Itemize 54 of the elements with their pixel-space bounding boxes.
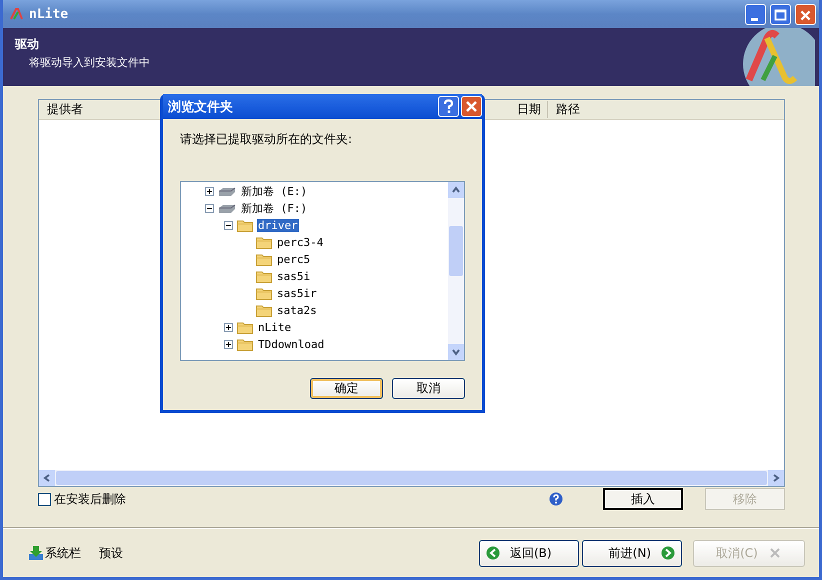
tree-item[interactable]: nLite (257, 321, 292, 334)
cross-icon (768, 546, 782, 560)
maximize-button[interactable] (770, 4, 791, 24)
tree-item[interactable]: perc3-4 (276, 236, 324, 249)
drive-icon (218, 186, 236, 196)
tree-item[interactable]: sas5ir (276, 287, 318, 300)
checkbox[interactable] (38, 492, 51, 506)
download-tray-icon (28, 545, 44, 561)
drive-icon (218, 204, 236, 214)
checkbox-label: 在安装后删除 (54, 490, 126, 508)
folder-icon (256, 270, 272, 283)
horizontal-scrollbar[interactable] (39, 470, 784, 486)
folder-icon (256, 253, 272, 266)
tree-item[interactable]: sata2s (276, 304, 318, 317)
folder-icon (256, 287, 272, 300)
minimize-button[interactable] (745, 4, 766, 24)
expander-icon[interactable] (224, 221, 233, 230)
action-button[interactable]: 插入 (603, 488, 683, 510)
vertical-scrollbar[interactable] (448, 182, 464, 360)
expander-icon[interactable] (224, 340, 233, 349)
nav-button[interactable]: 返回(B) (479, 540, 579, 566)
nav-button[interactable]: 前进(N) (582, 540, 682, 566)
minimize-icon (751, 18, 758, 20)
dialog-button[interactable]: 确定 (310, 378, 383, 399)
window-title: nLite (29, 6, 68, 22)
close-button[interactable] (461, 96, 482, 117)
tree-item[interactable]: TDdownload (257, 338, 326, 351)
dialog-prompt: 请选择已提取驱动所在的文件夹: (180, 131, 354, 148)
column-header[interactable]: 日期 (509, 101, 548, 118)
tree-item[interactable]: 新加卷 (F:) (240, 201, 308, 216)
tree-item[interactable]: sas5i (276, 270, 312, 283)
folder-icon (256, 236, 272, 249)
tree-item[interactable]: driver (257, 219, 299, 232)
close-button[interactable] (795, 4, 816, 24)
expander-icon[interactable] (224, 323, 233, 332)
dialog-title: 浏览文件夹 (168, 98, 233, 116)
help-icon[interactable] (549, 492, 563, 506)
footer-link[interactable]: 系统栏 (28, 544, 81, 562)
app-icon (9, 7, 25, 21)
page-subtitle: 将驱动导入到安装文件中 (28, 55, 150, 70)
folder-icon (237, 338, 253, 351)
folder-icon (237, 219, 253, 232)
tree-item[interactable]: perc5 (276, 253, 312, 266)
expander-icon[interactable] (205, 204, 214, 213)
help-button[interactable] (438, 96, 459, 117)
folder-icon (256, 304, 272, 317)
column-header[interactable]: 路径 (548, 101, 784, 118)
tree-item[interactable]: 新加卷 (E:) (240, 184, 308, 199)
page-title: 驱动 (15, 36, 40, 53)
footer-link[interactable]: 预设 (99, 544, 123, 562)
dialog-button[interactable]: 取消 (392, 378, 465, 399)
expander-icon[interactable] (205, 187, 214, 196)
folder-icon (237, 321, 253, 334)
scroll-thumb[interactable] (449, 226, 463, 276)
